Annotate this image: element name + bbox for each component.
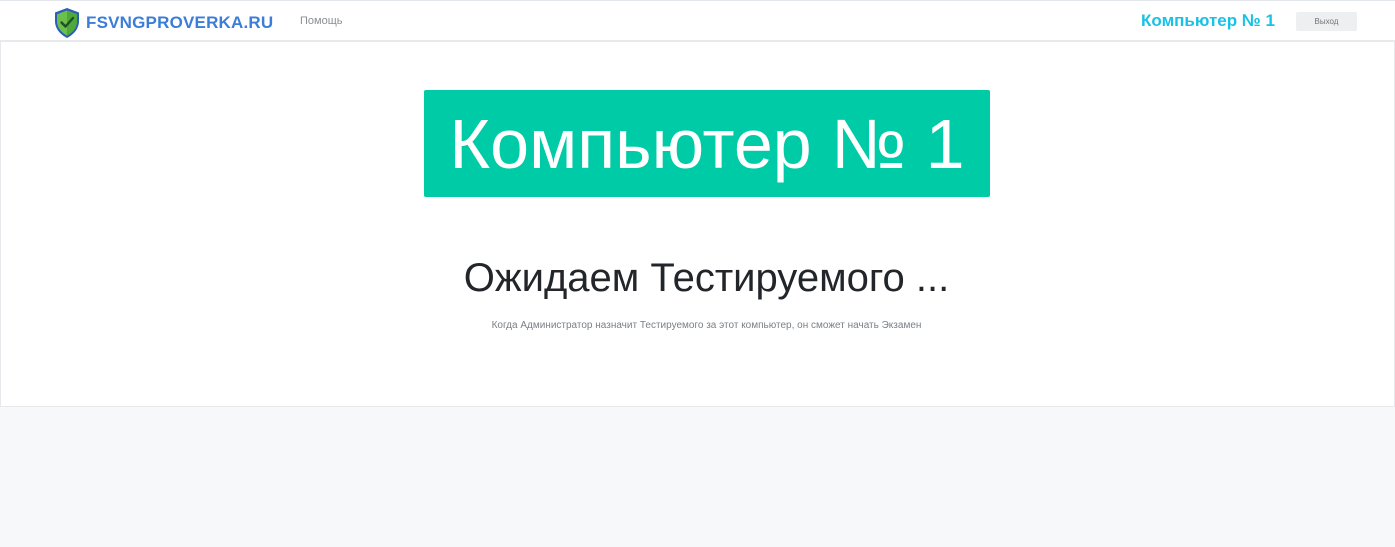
brand-link[interactable]: FSVNGPROVERKA.RU — [53, 7, 273, 39]
top-navbar: FSVNGPROVERKA.RU Помощь Компьютер № 1 Вы… — [0, 0, 1395, 41]
computer-banner: Компьютер № 1 — [424, 90, 990, 197]
help-link[interactable]: Помощь — [300, 15, 343, 27]
shield-check-icon — [53, 7, 81, 39]
waiting-subtitle: Когда Администратор назначит Тестируемог… — [491, 320, 922, 331]
main-card: Компьютер № 1 Ожидаем Тестируемого ... К… — [0, 41, 1395, 407]
computer-label: Компьютер № 1 — [1141, 11, 1275, 30]
waiting-title: Ожидаем Тестируемого ... — [463, 256, 950, 300]
logout-button[interactable]: Выход — [1296, 12, 1357, 31]
brand-name: FSVNGPROVERKA.RU — [86, 13, 274, 32]
